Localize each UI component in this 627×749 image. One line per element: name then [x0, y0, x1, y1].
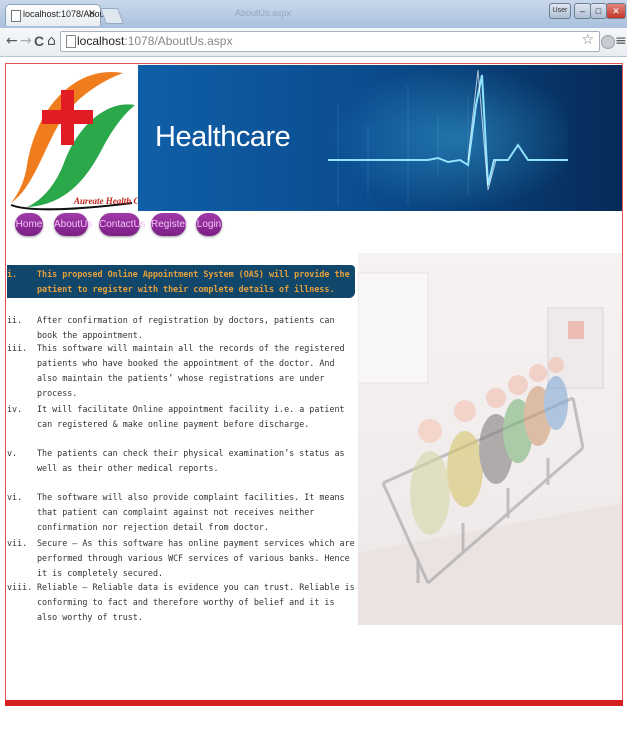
page-icon	[66, 35, 76, 48]
window-title: AboutUs.aspx	[235, 8, 292, 18]
menu-icon[interactable]: ≡	[615, 33, 627, 49]
address-bar[interactable]: localhost:1078/AboutUs.aspx ☆	[60, 31, 600, 52]
nav-contactus-button[interactable]: ContactUs	[99, 213, 146, 236]
browser-toolbar: ← → C ⌂ localhost:1078/AboutUs.aspx ☆ ≡	[0, 28, 627, 57]
footer-band	[5, 700, 623, 706]
close-window-button[interactable]: ✕	[606, 3, 626, 19]
nav-aboutus-button[interactable]: AboutUs	[54, 213, 92, 236]
list-item-text: This proposed Online Appointment System …	[37, 269, 350, 294]
list-item-text: This software will maintain all the reco…	[37, 343, 345, 398]
nav-register-button[interactable]: Register	[151, 213, 188, 236]
logo	[10, 71, 135, 211]
nav-login-button[interactable]: Login	[196, 213, 222, 236]
hospital-illustration	[358, 253, 622, 625]
url-path: :1078/AboutUs.aspx	[124, 34, 233, 48]
list-item-text: Reliable – Reliable data is evidence you…	[37, 582, 355, 622]
list-item-number: iv.	[7, 404, 23, 414]
list-item-number: iii.	[7, 343, 28, 353]
url-text: localhost:1078/AboutUs.aspx	[77, 34, 232, 48]
list-item-number: vi.	[7, 492, 23, 502]
list-item-text: The software will also provide complaint…	[37, 492, 345, 532]
banner-title: Healthcare	[155, 121, 291, 153]
new-tab-button[interactable]	[100, 8, 124, 24]
list-item-number: viii.	[7, 582, 33, 592]
home-icon[interactable]: ⌂	[47, 33, 56, 49]
list-item-number: vii.	[7, 538, 28, 548]
reload-icon[interactable]: C	[34, 33, 44, 49]
list-item-number: i.	[7, 269, 18, 279]
bookmark-star-icon[interactable]: ☆	[581, 32, 594, 48]
minimize-button[interactable]: –	[574, 3, 591, 19]
maximize-button[interactable]: □	[590, 3, 607, 19]
user-button[interactable]: User	[549, 3, 571, 19]
list-item-text: After confirmation of registration by do…	[37, 315, 335, 340]
list-item-text: It will facilitate Online appointment fa…	[37, 404, 345, 429]
page-icon	[11, 10, 21, 22]
extension-icon[interactable]	[601, 35, 615, 49]
forward-icon[interactable]: →	[20, 33, 32, 49]
list-item-text: Secure – As this software has online pay…	[37, 538, 355, 578]
list-item-text: The patients can check their physical ex…	[37, 448, 345, 473]
nav-home-button[interactable]: Home	[15, 213, 43, 236]
list-item-number: ii.	[7, 315, 23, 325]
url-host: localhost	[77, 34, 125, 48]
browser-tab[interactable]: localhost:1078/AboutUs ×	[5, 4, 118, 26]
window-titlebar: localhost:1078/AboutUs × AboutUs.aspx Us…	[0, 0, 627, 28]
back-icon[interactable]: ←	[6, 33, 18, 49]
tab-close-icon[interactable]: ×	[88, 8, 96, 19]
list-item-number: v.	[7, 448, 18, 458]
